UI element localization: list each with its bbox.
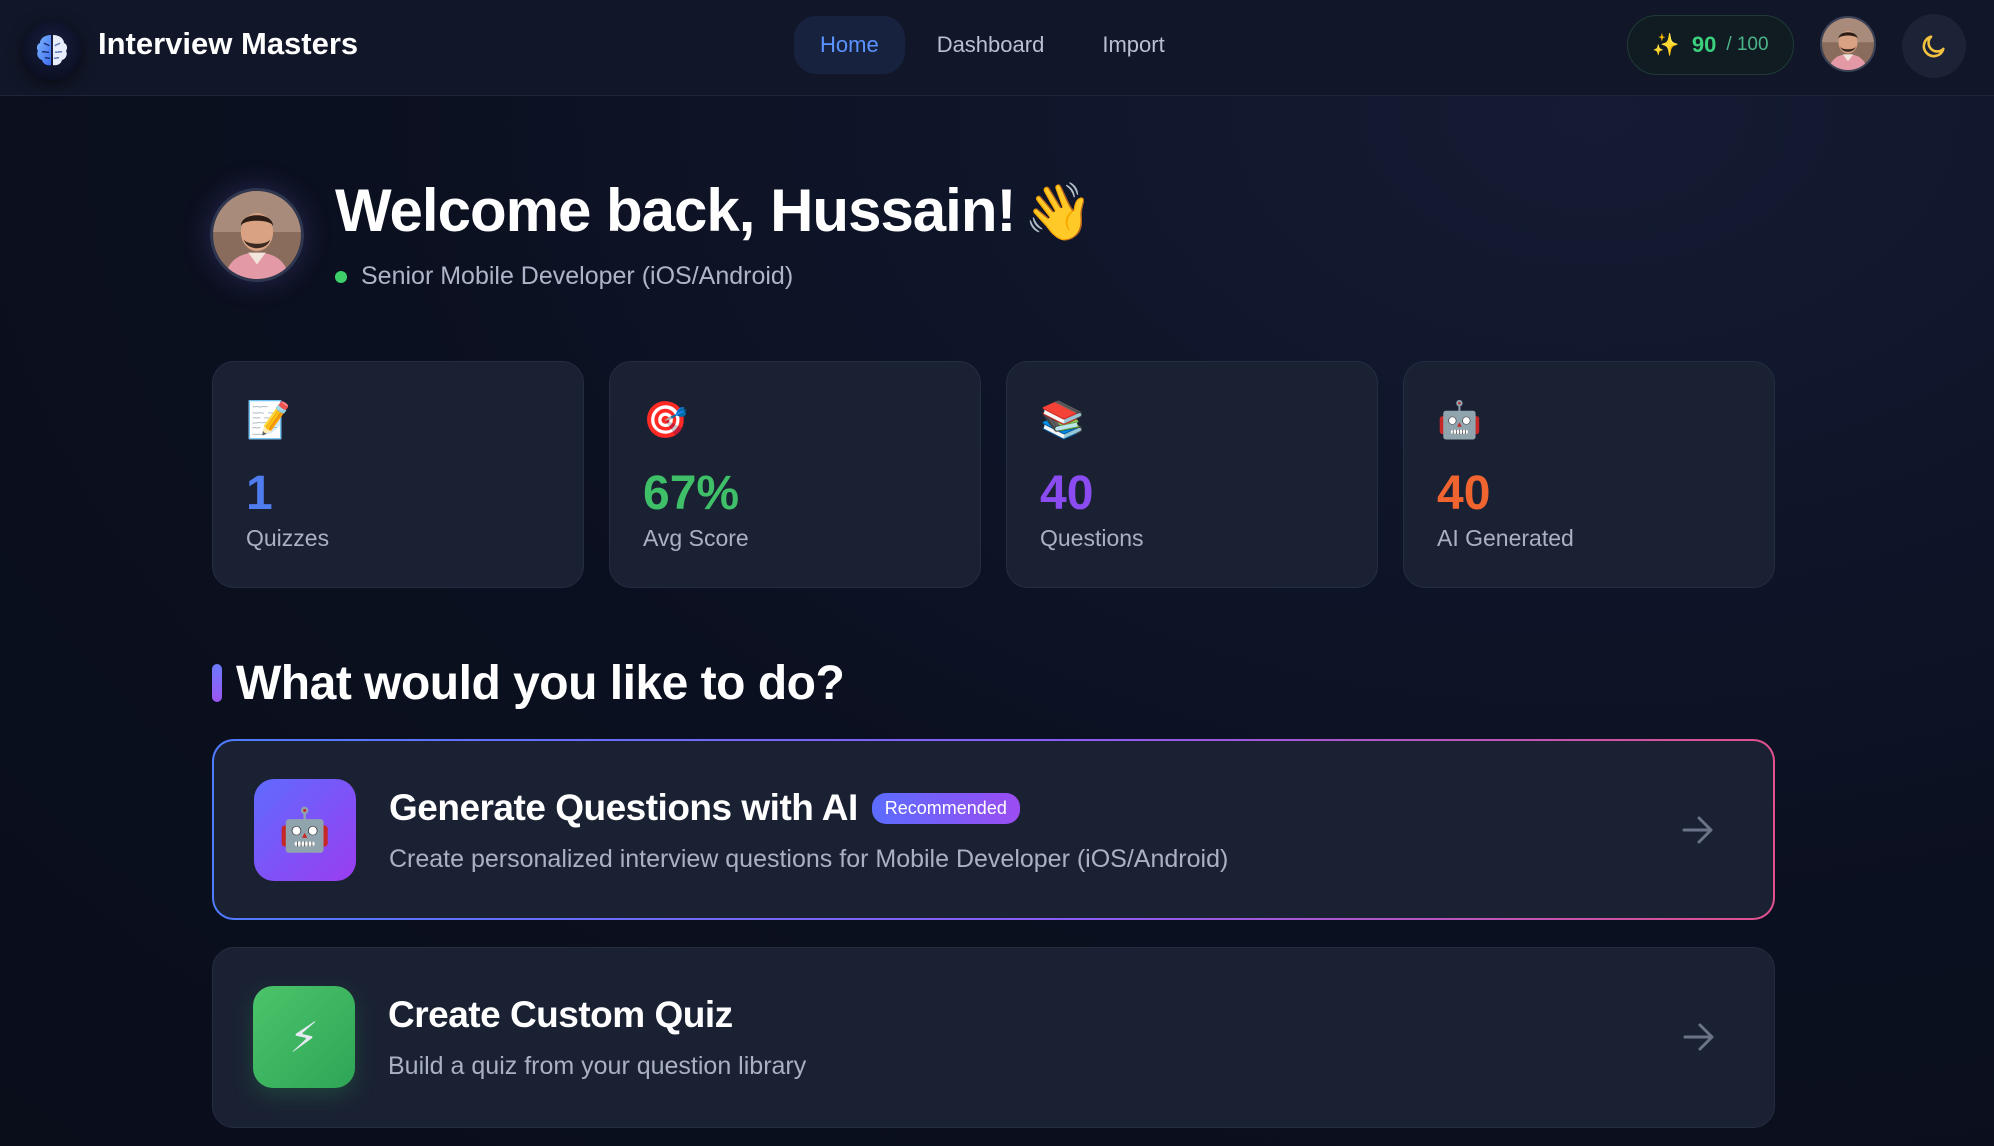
stat-card-questions[interactable]: 📚 40 Questions — [1006, 361, 1378, 588]
waving-hand-icon: 👋 — [1023, 180, 1093, 243]
memo-icon: 📝 — [246, 399, 291, 440]
score-max: / 100 — [1726, 34, 1769, 55]
action-title-text: Create Custom Quiz — [388, 994, 733, 1035]
stat-card-quizzes[interactable]: 📝 1 Quizzes — [212, 361, 584, 588]
robot-icon: 🤖 — [254, 779, 356, 881]
stat-label: Avg Score — [643, 525, 749, 551]
section-title: What would you like to do? — [236, 657, 845, 710]
stat-value: 1 — [246, 467, 273, 520]
create-custom-quiz-card[interactable]: ⚡ Create Custom Quiz Build a quiz from y… — [212, 947, 1775, 1128]
nav-dashboard[interactable]: Dashboard — [911, 16, 1071, 74]
action-description: Create personalized interview questions … — [389, 845, 1229, 873]
welcome-heading: Welcome back, Hussain! 👋 — [335, 176, 1093, 245]
online-status-dot — [335, 270, 347, 283]
robot-icon: 🤖 — [1437, 399, 1482, 440]
books-icon: 📚 — [1040, 399, 1085, 440]
moon-icon — [1922, 35, 1945, 58]
action-title: Create Custom Quiz — [388, 994, 733, 1036]
action-description: Build a quiz from your question library — [388, 1052, 807, 1080]
nav-import[interactable]: Import — [1076, 16, 1190, 74]
stat-label: Quizzes — [246, 525, 330, 551]
section-accent-bar — [212, 664, 222, 702]
generate-ai-questions-card[interactable]: 🤖 Generate Questions with AI Recommended… — [212, 739, 1775, 920]
stat-label: AI Generated — [1437, 525, 1574, 551]
recommended-badge: Recommended — [871, 792, 1020, 824]
score-value: 90 — [1691, 32, 1717, 57]
stat-value: 67% — [643, 467, 740, 520]
score-badge[interactable]: ✨ 90 / 100 — [1627, 15, 1794, 75]
stat-card-avg-score[interactable]: 🎯 67% Avg Score — [609, 361, 981, 588]
user-role: Senior Mobile Developer (iOS/Android) — [335, 262, 793, 291]
user-avatar[interactable] — [1820, 16, 1876, 72]
arrow-right-icon — [1682, 816, 1713, 844]
lightning-icon: ⚡ — [253, 986, 355, 1088]
stat-card-ai-generated[interactable]: 🤖 40 AI Generated — [1403, 361, 1775, 588]
arrow-right-icon — [1683, 1023, 1714, 1051]
main-nav: Home Dashboard Import — [794, 16, 1197, 74]
action-title: Generate Questions with AI Recommended — [389, 787, 1020, 829]
stat-label: Questions — [1040, 525, 1144, 551]
brain-icon[interactable] — [22, 20, 82, 80]
role-text: Senior Mobile Developer (iOS/Android) — [361, 262, 794, 290]
sparkles-icon: ✨ — [1652, 32, 1680, 57]
profile-avatar[interactable] — [210, 188, 304, 282]
theme-toggle-button[interactable] — [1902, 14, 1966, 78]
target-icon: 🎯 — [643, 399, 688, 440]
welcome-text: Welcome back, Hussain! — [335, 177, 1016, 244]
stat-value: 40 — [1437, 467, 1491, 520]
action-title-text: Generate Questions with AI — [389, 787, 858, 828]
nav-home[interactable]: Home — [794, 16, 905, 74]
app-title[interactable]: Interview Masters — [98, 26, 358, 62]
stats-row: 📝 1 Quizzes 🎯 67% Avg Score 📚 40 Questio… — [212, 361, 1775, 588]
stat-value: 40 — [1040, 467, 1094, 520]
top-navbar: Interview Masters Home Dashboard Import … — [0, 0, 1994, 96]
